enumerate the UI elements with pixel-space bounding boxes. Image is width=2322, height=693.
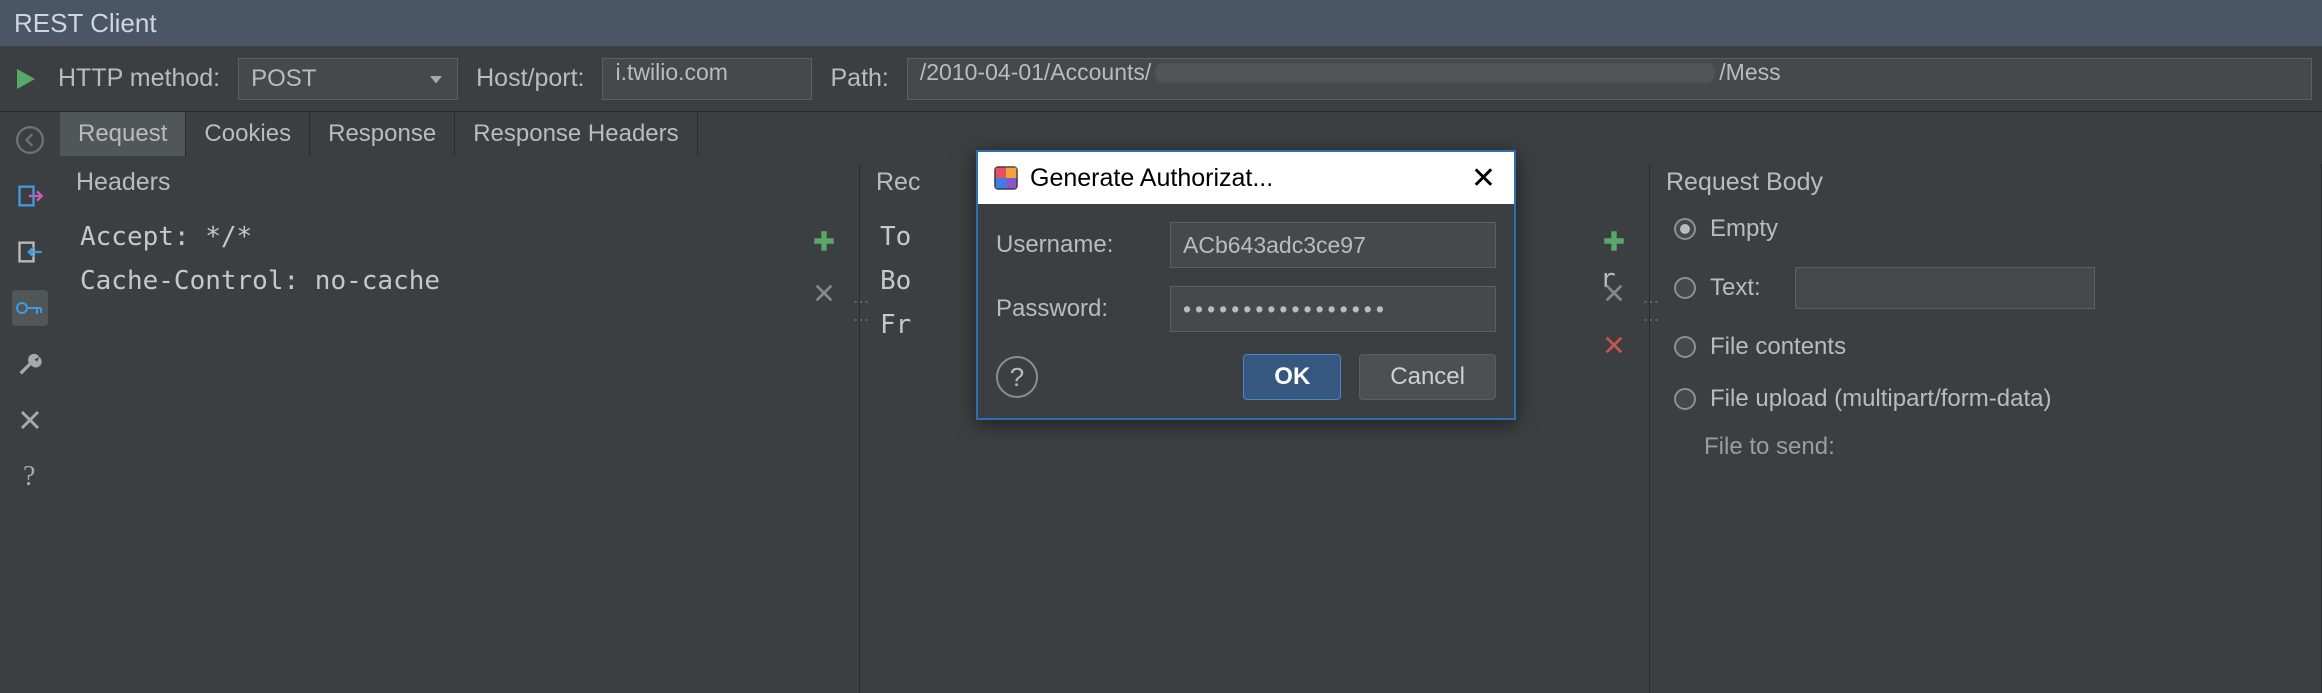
ok-button[interactable]: OK	[1243, 354, 1341, 400]
tab-label: Cookies	[204, 120, 291, 148]
headers-actions	[807, 224, 841, 310]
radio-label: File contents	[1710, 333, 1846, 361]
import-icon[interactable]	[12, 234, 48, 270]
panel-body: ⋮⋮ Request Body Empty Text: File content	[1650, 164, 2322, 693]
radio-label: File upload (multipart/form-data)	[1710, 385, 2051, 413]
method-value: POST	[251, 65, 316, 93]
drag-handle[interactable]: ⋮⋮	[856, 294, 864, 330]
button-label: Cancel	[1390, 363, 1465, 390]
tab-label: Response	[328, 120, 436, 148]
path-input[interactable]: /2010-04-01/Accounts/ /Mess	[907, 58, 2312, 100]
help-icon[interactable]: ?	[12, 458, 48, 494]
help-button[interactable]: ?	[996, 356, 1038, 398]
password-input[interactable]	[1170, 286, 1496, 332]
tab-request[interactable]: Request	[60, 112, 186, 156]
body-type-group: Empty Text: File contents File upload (m…	[1664, 215, 2311, 413]
tab-label: Request	[78, 120, 167, 148]
host-input[interactable]: i.twilio.com	[602, 58, 812, 100]
file-to-send-label: File to send:	[1664, 433, 2311, 461]
params-actions	[1597, 224, 1631, 362]
remove-icon[interactable]	[1597, 276, 1631, 310]
app-icon	[992, 164, 1020, 192]
headers-text[interactable]: Accept: */* Cache-Control: no-cache	[74, 215, 849, 303]
svg-text:?: ?	[23, 461, 35, 491]
panel-title: Headers	[74, 168, 849, 197]
radio-dot-icon	[1674, 388, 1696, 410]
panel-title: Request Body	[1664, 168, 2311, 197]
username-label: Username:	[996, 231, 1156, 259]
tab-response[interactable]: Response	[310, 112, 455, 156]
radio-dot-icon	[1674, 277, 1696, 299]
body-text-input[interactable]	[1795, 267, 2095, 309]
dialog-buttons: ? OK Cancel	[978, 336, 1514, 418]
radio-dot-icon	[1674, 336, 1696, 358]
password-label: Password:	[996, 295, 1156, 323]
redacted-segment	[1155, 63, 1715, 83]
button-label: OK	[1274, 363, 1310, 390]
dialog-body: Username: Password:	[978, 204, 1514, 336]
chevron-down-icon	[427, 70, 445, 88]
path-suffix: /Mess	[1719, 59, 1780, 85]
radio-empty[interactable]: Empty	[1674, 215, 2311, 243]
radio-label: Empty	[1710, 215, 1778, 243]
drag-handle[interactable]: ⋮⋮	[1646, 294, 1654, 330]
tab-cookies[interactable]: Cookies	[186, 112, 310, 156]
back-button[interactable]	[12, 122, 48, 158]
method-select[interactable]: POST	[238, 58, 458, 100]
panel-headers: Headers Accept: */* Cache-Control: no-ca…	[60, 164, 860, 693]
path-label: Path:	[830, 64, 888, 93]
username-input[interactable]	[1170, 222, 1496, 268]
toolbar-gutter: ?	[0, 112, 60, 693]
dialog-title: Generate Authorizat...	[1030, 164, 1273, 193]
close-icon[interactable]: ✕	[1467, 161, 1500, 196]
add-icon[interactable]	[1597, 224, 1631, 258]
export-icon[interactable]	[12, 178, 48, 214]
close-icon[interactable]	[12, 402, 48, 438]
method-label: HTTP method:	[58, 64, 220, 93]
title-bar: REST Client	[0, 0, 2322, 46]
host-label: Host/port:	[476, 64, 584, 93]
wrench-icon[interactable]	[12, 346, 48, 382]
cancel-button[interactable]: Cancel	[1359, 354, 1496, 400]
delete-icon[interactable]	[1597, 328, 1631, 362]
window-title: REST Client	[14, 8, 157, 39]
radio-file[interactable]: File contents	[1674, 333, 2311, 361]
radio-dot-icon	[1674, 218, 1696, 240]
path-prefix: /2010-04-01/Accounts/	[920, 59, 1151, 85]
auth-dialog: Generate Authorizat... ✕ Username: Passw…	[976, 150, 1516, 420]
auth-icon[interactable]	[12, 290, 48, 326]
radio-upload[interactable]: File upload (multipart/form-data)	[1674, 385, 2311, 413]
run-button[interactable]	[10, 64, 40, 94]
add-icon[interactable]	[807, 224, 841, 258]
host-value: i.twilio.com	[615, 59, 727, 85]
remove-icon[interactable]	[807, 276, 841, 310]
config-row: HTTP method: POST Host/port: i.twilio.co…	[0, 46, 2322, 112]
radio-text[interactable]: Text:	[1674, 267, 2311, 309]
radio-label: Text:	[1710, 274, 1761, 302]
tab-label: Response Headers	[473, 120, 678, 148]
tab-response-headers[interactable]: Response Headers	[455, 112, 697, 156]
dialog-titlebar[interactable]: Generate Authorizat... ✕	[978, 152, 1514, 204]
